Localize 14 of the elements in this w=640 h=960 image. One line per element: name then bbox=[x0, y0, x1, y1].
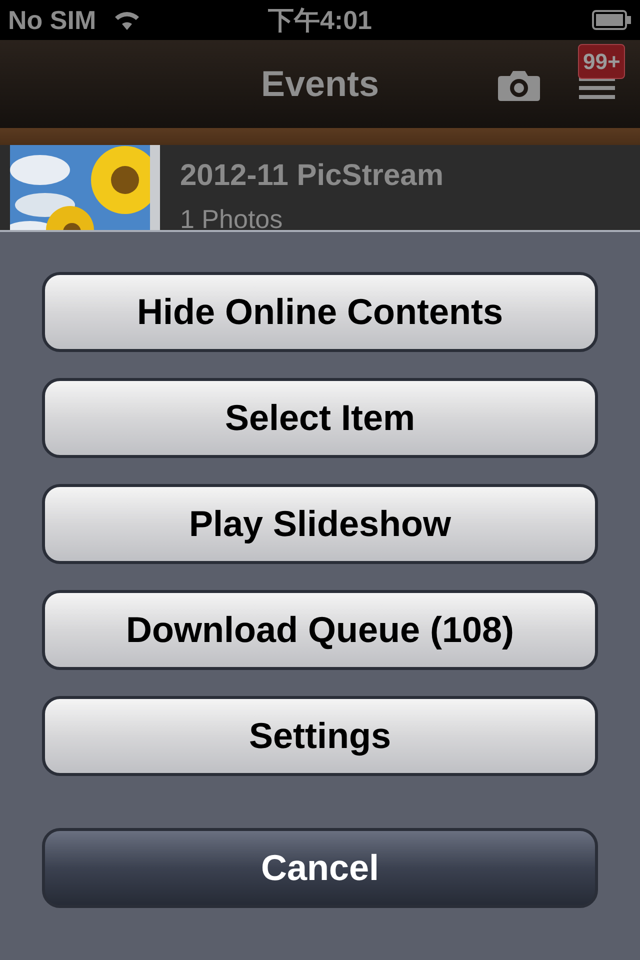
event-title: 2012-11 PicStream bbox=[180, 158, 444, 194]
menu-button[interactable]: Settings bbox=[42, 696, 598, 776]
camera-icon[interactable] bbox=[497, 68, 541, 102]
menu-button[interactable]: Hide Online Contents bbox=[42, 272, 598, 352]
battery-icon bbox=[592, 9, 632, 31]
event-count: 1 Photos bbox=[180, 203, 284, 236]
carrier-label: No SIM bbox=[8, 4, 96, 36]
nav-title: Events bbox=[260, 62, 380, 106]
menu-button[interactable]: Select Item bbox=[42, 378, 598, 458]
notification-badge: 99+ bbox=[578, 44, 626, 79]
menu-button[interactable]: Play Slideshow bbox=[42, 484, 598, 564]
clock-label: 下午4:01 bbox=[268, 4, 372, 36]
menu-button[interactable]: Download Queue (108) bbox=[42, 590, 598, 670]
cancel-button[interactable]: Cancel bbox=[42, 828, 598, 908]
